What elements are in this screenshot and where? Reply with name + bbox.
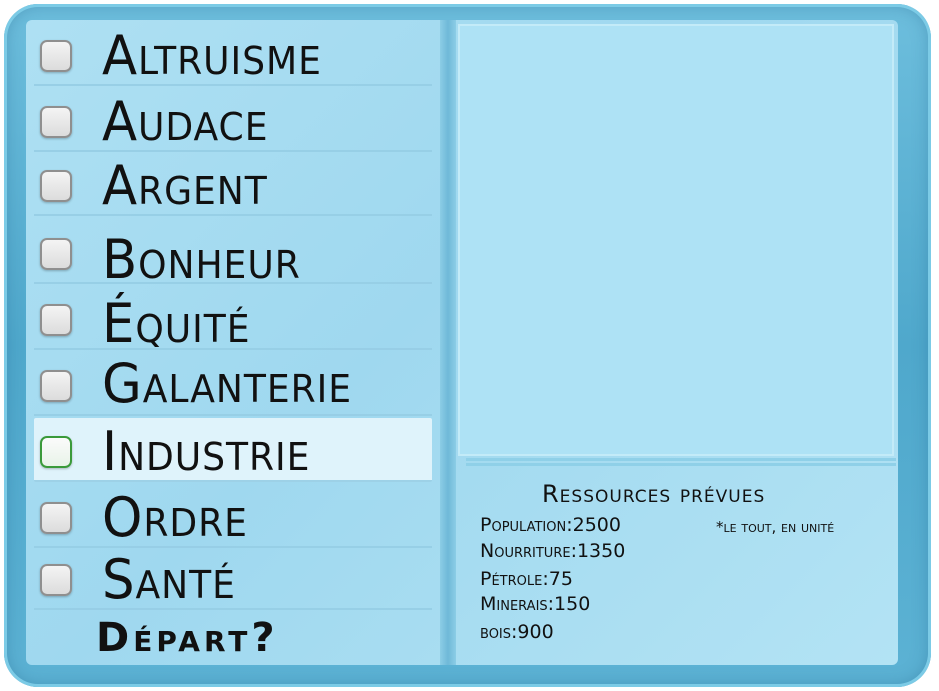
resources-panel: Ressources prévues *le tout, en unité Po… <box>466 470 896 662</box>
resources-note: *le tout, en unité <box>716 518 835 536</box>
checkbox[interactable] <box>40 170 72 202</box>
start-button[interactable]: Départ? <box>96 616 279 660</box>
resource-bois: bois:900 <box>480 621 554 643</box>
option-label: Altruisme <box>102 24 322 87</box>
resource-petrole: Pétrole:75 <box>480 568 573 590</box>
option-altruisme[interactable]: Altruisme <box>34 22 432 86</box>
option-label: Audace <box>102 90 269 153</box>
checkbox[interactable] <box>40 106 72 138</box>
option-equite[interactable]: Équité <box>34 286 432 354</box>
options-list: Altruisme Audace Argent Bonheur Équité G… <box>34 22 439 660</box>
panel-divider <box>440 20 456 665</box>
checkbox[interactable] <box>40 564 72 596</box>
option-argent[interactable]: Argent <box>34 152 432 216</box>
section-separator <box>466 458 896 466</box>
checkbox[interactable] <box>40 304 72 336</box>
option-ordre[interactable]: Ordre <box>34 484 432 548</box>
checkbox[interactable] <box>40 502 72 534</box>
option-label: Équité <box>102 292 251 355</box>
option-industrie[interactable]: Industrie <box>34 418 432 482</box>
checkbox[interactable] <box>40 238 72 270</box>
option-label: Galanterie <box>102 352 352 415</box>
preview-panel <box>458 24 894 456</box>
checkbox[interactable] <box>40 40 72 72</box>
option-label: Santé <box>102 548 236 611</box>
checkbox[interactable] <box>40 370 72 402</box>
option-audace[interactable]: Audace <box>34 88 432 152</box>
resource-nourriture: Nourriture:1350 <box>480 540 626 562</box>
resource-population: Population:2500 <box>480 514 621 536</box>
option-label: Bonheur <box>102 228 301 291</box>
resources-title: Ressources prévues <box>542 480 766 508</box>
checkbox[interactable] <box>40 436 72 468</box>
option-bonheur[interactable]: Bonheur <box>34 220 432 290</box>
option-sante[interactable]: Santé <box>34 546 432 610</box>
option-label: Ordre <box>102 486 248 549</box>
resource-minerais: Minerais:150 <box>480 593 591 615</box>
option-label: Industrie <box>102 420 311 483</box>
option-label: Argent <box>102 154 268 217</box>
option-galanterie[interactable]: Galanterie <box>34 352 432 416</box>
